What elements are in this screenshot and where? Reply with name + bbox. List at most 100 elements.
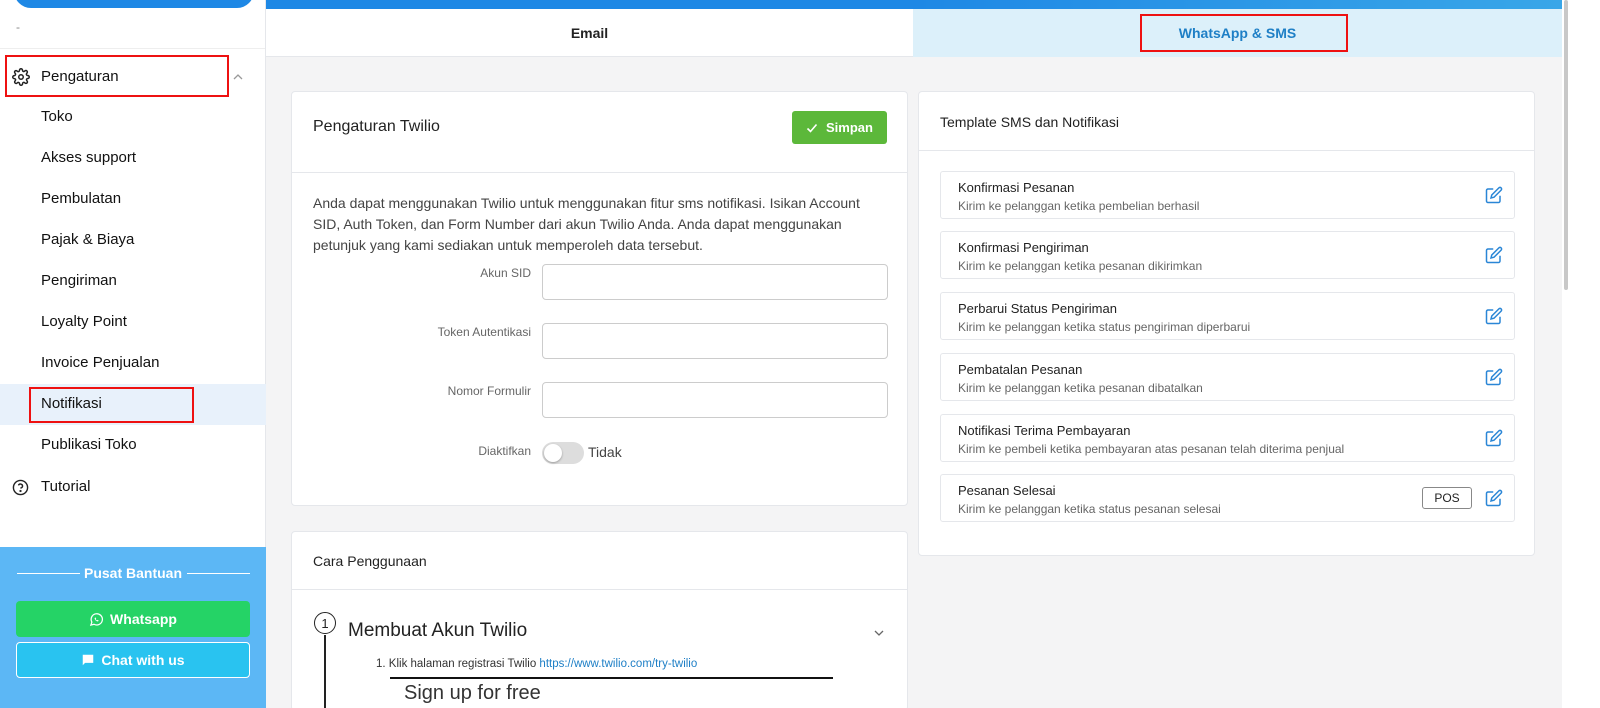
whatsapp-button[interactable]: Whatsapp	[16, 601, 250, 637]
step-item: 1. Klik halaman registrasi Twilio https:…	[376, 658, 697, 670]
toggle-knob	[544, 444, 562, 462]
save-button-label: Simpan	[826, 120, 873, 135]
sidebar-divider	[0, 48, 265, 49]
chevron-down-icon[interactable]	[872, 626, 886, 640]
template-name: Pesanan Selesai	[958, 483, 1056, 498]
token-input[interactable]	[542, 323, 888, 359]
diaktifkan-label: Diaktifkan	[478, 444, 531, 458]
chat-button[interactable]: Chat with us	[16, 642, 250, 678]
twilio-signup-link[interactable]: https://www.twilio.com/try-twilio	[539, 658, 697, 670]
edit-icon[interactable]	[1485, 186, 1503, 204]
edit-icon[interactable]	[1485, 246, 1503, 264]
template-card: Template SMS dan Notifikasi Konfirmasi P…	[918, 91, 1535, 556]
tab-bar: Email WhatsApp & SMS	[266, 9, 1562, 57]
sidebar-item-label: Toko	[41, 108, 73, 125]
chevron-up-icon	[233, 74, 243, 80]
sidebar-item-tutorial[interactable]: Tutorial	[0, 466, 266, 507]
template-card-title: Template SMS dan Notifikasi	[940, 114, 1119, 130]
sidebar-item-invoice-penjualan[interactable]: Invoice Penjualan	[0, 343, 266, 384]
sidebar-item-label: Invoice Penjualan	[41, 354, 160, 371]
toggle-state-text: Tidak	[588, 444, 622, 460]
template-desc: Kirim ke pelanggan ketika pesanan dibata…	[958, 381, 1203, 395]
twilio-card-header: Pengaturan Twilio Simpan	[292, 92, 907, 173]
sidebar-item-pembulatan[interactable]: Pembulatan	[0, 179, 266, 220]
enabled-toggle[interactable]	[542, 442, 584, 464]
template-name: Konfirmasi Pengiriman	[958, 240, 1089, 255]
akun-sid-row: Akun SID	[292, 264, 909, 302]
step-title[interactable]: Membuat Akun Twilio	[348, 620, 527, 642]
usage-guide-card: Cara Penggunaan 1 Membuat Akun Twilio 1.…	[291, 531, 908, 708]
token-label: Token Autentikasi	[437, 325, 531, 339]
sidebar-item-toko[interactable]: Toko	[0, 97, 266, 138]
scrollbar[interactable]	[1562, 0, 1600, 708]
template-item: Perbarui Status Pengiriman Kirim ke pela…	[940, 292, 1515, 340]
template-name: Perbarui Status Pengiriman	[958, 301, 1117, 316]
usage-card-title: Cara Penggunaan	[313, 553, 427, 569]
screenshot-frame-top	[390, 677, 833, 679]
sidebar-dash: -	[16, 20, 20, 34]
template-name: Notifikasi Terima Pembayaran	[958, 423, 1131, 438]
highlight-tab-whatsapp	[1140, 14, 1348, 52]
sidebar-item-akses-support[interactable]: Akses support	[0, 138, 266, 179]
akun-sid-input[interactable]	[542, 264, 888, 300]
sidebar-item-label: Akses support	[41, 149, 137, 166]
tab-email-label: Email	[570, 25, 609, 41]
template-item: Pesanan Selesai Kirim ke pelanggan ketik…	[940, 474, 1515, 522]
sidebar-top-button[interactable]	[14, 0, 254, 8]
tab-whatsapp-sms[interactable]: WhatsApp & SMS	[913, 9, 1562, 57]
sidebar-item-label: Pengiriman	[41, 272, 117, 289]
diaktifkan-row: Diaktifkan Tidak	[292, 442, 909, 480]
scrollbar-thumb[interactable]	[1564, 0, 1568, 290]
sidebar-item-pengiriman[interactable]: Pengiriman	[0, 261, 266, 302]
usage-card-header: Cara Penggunaan	[292, 532, 907, 590]
template-name: Konfirmasi Pesanan	[958, 180, 1075, 195]
template-desc: Kirim ke pelanggan ketika status pesanan…	[958, 502, 1221, 516]
whatsapp-icon	[89, 612, 104, 626]
highlight-notifikasi	[29, 387, 194, 423]
edit-icon[interactable]	[1485, 368, 1503, 386]
screenshot-caption: Sign up for free	[404, 682, 541, 704]
step-timeline	[324, 635, 326, 708]
template-desc: Kirim ke pelanggan ketika pembelian berh…	[958, 199, 1200, 213]
twilio-settings-card: Pengaturan Twilio Simpan Anda dapat meng…	[291, 91, 908, 506]
template-name: Pembatalan Pesanan	[958, 362, 1083, 377]
top-accent-shade	[912, 0, 1562, 9]
template-item: Konfirmasi Pengiriman Kirim ke pelanggan…	[940, 231, 1515, 279]
template-desc: Kirim ke pelanggan ketika pesanan dikiri…	[958, 259, 1203, 273]
chat-bubble-icon	[83, 654, 94, 666]
twilio-description: Anda dapat menggunakan Twilio untuk meng…	[313, 195, 860, 253]
top-accent-bar	[266, 0, 1562, 9]
save-button[interactable]: Simpan	[792, 111, 887, 144]
tab-email[interactable]: Email	[266, 9, 913, 57]
template-card-header: Template SMS dan Notifikasi	[919, 92, 1534, 151]
pos-badge: POS	[1422, 487, 1472, 509]
template-item: Notifikasi Terima Pembayaran Kirim ke pe…	[940, 414, 1515, 462]
sidebar-item-publikasi-toko[interactable]: Publikasi Toko	[0, 425, 266, 466]
sidebar: - Pengaturan Toko Akses support Pembulat…	[0, 0, 266, 708]
help-circle-icon	[12, 479, 29, 496]
help-panel: Pusat Bantuan Whatsapp Chat with us	[0, 547, 266, 708]
nomor-formulir-input[interactable]	[542, 382, 888, 418]
edit-icon[interactable]	[1485, 429, 1503, 447]
sidebar-item-loyalty-point[interactable]: Loyalty Point	[0, 302, 266, 343]
template-item: Konfirmasi Pesanan Kirim ke pelanggan ke…	[940, 171, 1515, 219]
chat-button-label: Chat with us	[101, 652, 185, 668]
help-divider-right	[187, 573, 250, 574]
highlight-pengaturan	[5, 55, 229, 97]
check-icon	[806, 123, 818, 133]
step-item-text: 1. Klik halaman registrasi Twilio	[376, 658, 540, 670]
sidebar-item-label: Tutorial	[41, 478, 91, 495]
step-number: 1	[314, 612, 336, 634]
sidebar-item-label: Pajak & Biaya	[41, 231, 135, 248]
sidebar-item-label: Loyalty Point	[41, 313, 127, 330]
token-row: Token Autentikasi	[292, 323, 909, 361]
edit-icon[interactable]	[1485, 307, 1503, 325]
akun-sid-label: Akun SID	[480, 266, 531, 280]
template-desc: Kirim ke pembeli ketika pembayaran atas …	[958, 442, 1345, 456]
sidebar-item-pajak-biaya[interactable]: Pajak & Biaya	[0, 220, 266, 261]
edit-icon[interactable]	[1485, 489, 1503, 507]
sidebar-item-label: Publikasi Toko	[41, 436, 137, 453]
nomor-formulir-row: Nomor Formulir	[292, 382, 909, 420]
twilio-card-title: Pengaturan Twilio	[313, 118, 440, 135]
template-item: Pembatalan Pesanan Kirim ke pelanggan ke…	[940, 353, 1515, 401]
